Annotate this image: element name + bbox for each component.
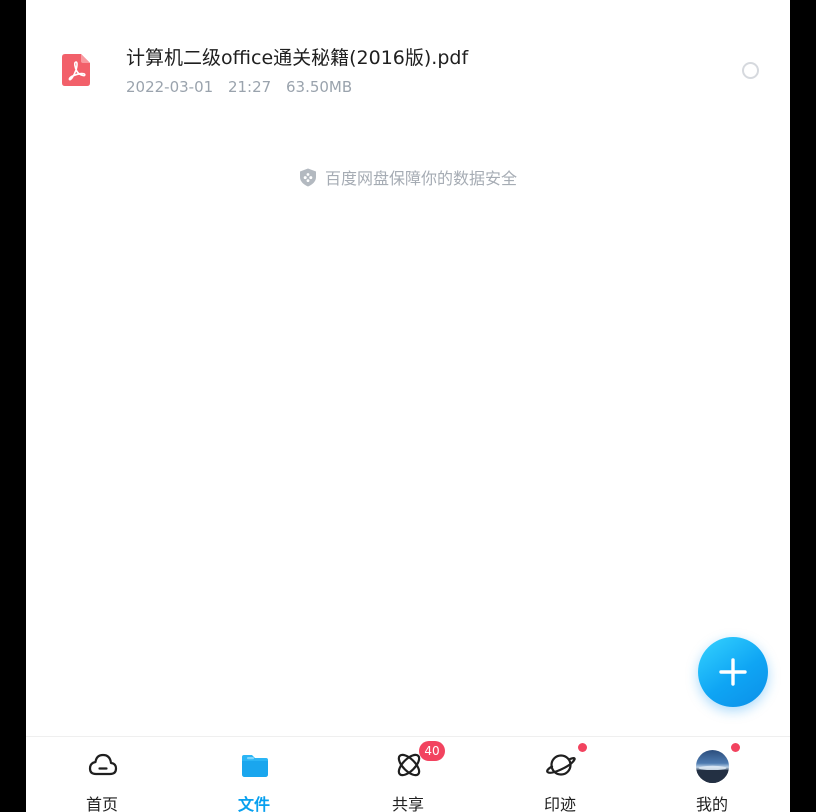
avatar	[696, 750, 729, 783]
file-size: 63.50MB	[285, 78, 353, 96]
add-button[interactable]	[698, 637, 768, 707]
nav-item-me[interactable]: 我的	[662, 737, 762, 812]
nav-label-share: 共享	[391, 795, 424, 812]
select-checkbox[interactable]	[742, 62, 759, 79]
file-date: 2022-03-01	[126, 78, 214, 96]
file-name: 计算机二级office通关秘籍(2016版).pdf	[126, 47, 469, 69]
bottom-nav: 首页 文件 共享 印迹 我的	[26, 736, 790, 812]
nav-label-files: 文件	[237, 795, 270, 812]
nav-item-traces[interactable]: 印迹	[510, 737, 610, 812]
file-list-screen: 计算机二级office通关秘籍(2016版).pdf 2022-03-01 21…	[26, 0, 790, 812]
file-meta: 2022-03-01 21:27 63.50MB	[126, 78, 362, 96]
nav-label-me: 我的	[695, 795, 728, 812]
plus-icon	[719, 658, 747, 686]
safety-note: 百度网盘保障你的数据安全	[26, 165, 790, 189]
shield-icon	[299, 168, 316, 187]
safety-text: 百度网盘保障你的数据安全	[324, 169, 517, 188]
nav-label-home: 首页	[85, 795, 118, 812]
file-time: 21:27	[227, 78, 272, 96]
share-badge: 40	[419, 741, 445, 761]
file-row[interactable]: 计算机二级office通关秘籍(2016版).pdf 2022-03-01 21…	[26, 28, 790, 112]
cloud-icon	[88, 753, 118, 776]
planet-icon	[546, 754, 576, 776]
nav-item-files[interactable]: 文件	[204, 737, 304, 812]
me-dot	[731, 743, 740, 752]
folder-icon	[242, 755, 268, 777]
pdf-icon	[62, 54, 90, 86]
nav-label-traces: 印迹	[543, 795, 576, 812]
traces-dot	[578, 743, 587, 752]
nav-item-home[interactable]: 首页	[52, 737, 152, 812]
